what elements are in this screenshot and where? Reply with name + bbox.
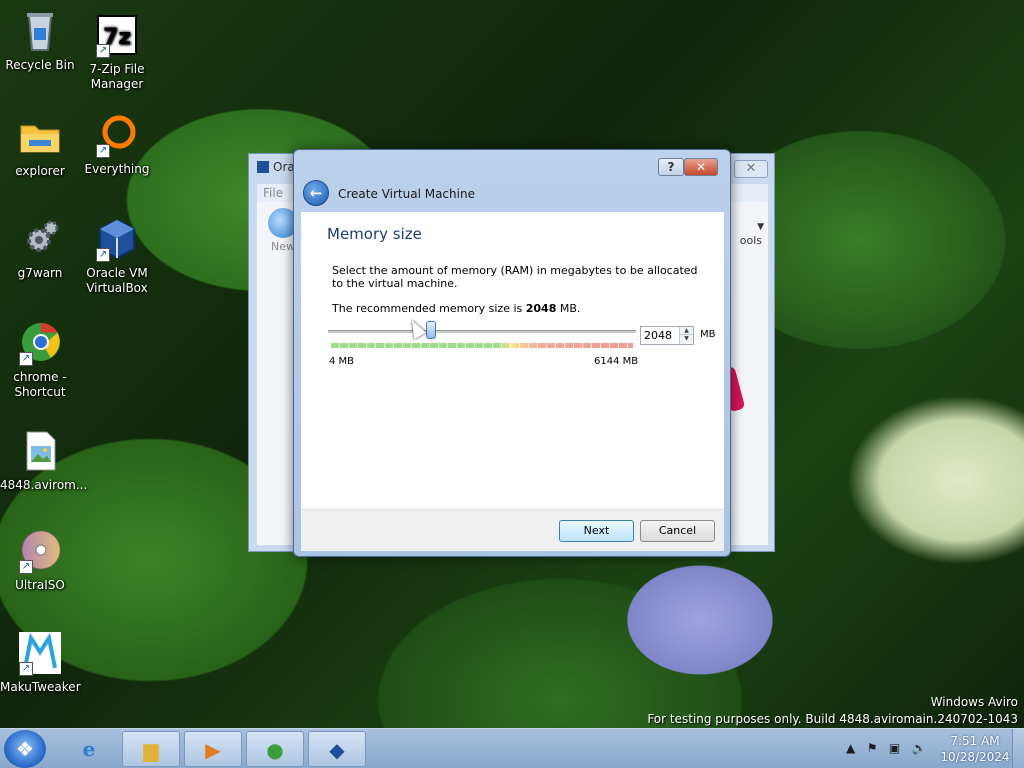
taskbar-ie[interactable]: e [60,731,118,767]
memory-range-indicator [330,343,633,348]
desktop-icon-label: Oracle VM VirtualBox [86,266,148,295]
shortcut-arrow-icon: ↗ [19,560,33,574]
everything-icon: ↗ [94,112,140,158]
gears-icon [17,216,63,262]
show-desktop-button[interactable] [1012,729,1024,768]
desktop-icon-recycle-bin[interactable]: Recycle Bin [0,8,80,73]
desktop-icon-label: g7warn [17,266,63,280]
desktop-icon-label: explorer [15,164,65,178]
spin-arrows: ▲ ▼ [679,327,693,344]
dialog-header: ← Create Virtual Machine [301,178,724,212]
desktop-icon-virtualbox[interactable]: ↗ Oracle VM VirtualBox [77,216,157,296]
watermark-build: For testing purposes only. Build 4848.av… [647,712,1018,726]
window-title: Ora [257,160,295,174]
taskbar-explorer[interactable]: ▆ [122,731,180,767]
page-title: Memory size [327,225,422,243]
shortcut-arrow-icon: ↗ [19,662,33,676]
taskbar-chrome[interactable]: ● [246,731,304,767]
virtualbox-icon: ↗ [94,216,140,262]
internet-explorer-icon: e [82,737,96,761]
next-button[interactable]: Next [559,520,634,542]
memory-spinbox[interactable]: ▲ ▼ [640,326,694,345]
dialog-content: Memory size Select the amount of memory … [301,212,724,509]
makutweaker-icon: ↗ [17,630,63,676]
recommended-value: 2048 [525,302,557,315]
disc-icon: ↗ [17,528,63,574]
chrome-icon: ↗ [17,320,63,366]
desktop-icon-label: 7-Zip File Manager [89,62,145,91]
watermark-title: Windows Aviro [930,695,1018,709]
memory-unit-label: MB [700,329,716,340]
desktop-icon-ultraiso[interactable]: ↗ UltraISO [0,528,80,593]
taskbar-media-player[interactable]: ▶ [184,731,242,767]
recycle-bin-icon [17,8,63,54]
spin-down-icon[interactable]: ▼ [680,335,693,343]
desktop-icon-chrome[interactable]: ↗ chrome - Shortcut [0,320,80,400]
show-hidden-icons-icon[interactable]: ▲ [846,741,855,755]
desktop-icon-label: Everything [84,162,150,176]
image-file-icon [17,428,63,474]
windows-logo-icon: ❖ [16,737,34,761]
taskbar: ❖ e ▆ ▶ ● ◆ ▲ ⚑ ▣ 🔈 7:51 AM 10/28/2024 [0,728,1024,768]
back-arrow-icon[interactable]: ← [303,180,329,206]
memory-input[interactable] [641,327,679,344]
taskbar-virtualbox[interactable]: ◆ [308,731,366,767]
7zip-icon: 7z ↗ [94,12,140,58]
media-player-icon: ▶ [205,738,221,762]
desktop-icon-label: Recycle Bin [5,58,75,72]
desktop-icon-makutweaker[interactable]: ↗ MakuTweaker [0,630,81,695]
dialog-title: Create Virtual Machine [338,187,475,201]
close-icon[interactable]: ✕ [734,160,768,178]
virtualbox-icon: ◆ [329,738,345,762]
desktop-icon-label: chrome - Shortcut [13,370,67,399]
desktop-icon-7zip[interactable]: 7z ↗ 7-Zip File Manager [77,12,157,92]
folder-icon: ▆ [143,738,159,762]
cancel-button[interactable]: Cancel [640,520,715,542]
desktop-icon-g7warn[interactable]: g7warn [0,216,80,281]
clock-date: 10/28/2024 [940,750,1010,764]
clock-time: 7:51 AM [950,734,1000,748]
desktop-icon-label: MakuTweaker [0,680,81,694]
create-vm-dialog: ? ✕ ← Create Virtual Machine Memory size… [293,149,731,557]
slider-min-label: 4 MB [329,356,355,367]
clock[interactable]: 7:51 AM 10/28/2024 [940,733,1010,765]
memory-slider-track[interactable] [328,330,636,333]
help-button[interactable]: ? [658,158,684,176]
shortcut-arrow-icon: ↗ [96,144,110,158]
memory-slider-thumb[interactable] [425,321,436,339]
tools-button[interactable]: ools ▼ [740,212,764,247]
start-button[interactable]: ❖ [4,730,46,768]
desktop-icon-everything[interactable]: ↗ Everything [77,112,157,177]
spin-up-icon[interactable]: ▲ [680,327,693,335]
desktop-icon-label: UltraISO [15,578,65,592]
chrome-icon: ● [266,738,284,762]
desktop-icon-explorer[interactable]: explorer [0,114,80,179]
virtualbox-icon [257,161,269,173]
shortcut-arrow-icon: ↗ [96,248,110,262]
slider-max-label: 6144 MB [594,356,639,367]
description-text: Select the amount of memory (RAM) in meg… [332,264,698,290]
system-tray: ▲ ⚑ ▣ 🔈 [846,741,927,755]
shortcut-arrow-icon: ↗ [19,352,33,366]
close-button[interactable]: ✕ [684,158,718,176]
desktop-icon-label: 4848.avirom... [0,478,88,492]
recommended-text: The recommended memory size is 2048 MB. [332,302,581,315]
folder-icon [17,114,63,160]
flag-icon[interactable]: ⚑ [867,741,878,755]
shortcut-arrow-icon: ↗ [96,44,110,58]
network-icon[interactable]: ▣ [889,741,900,755]
volume-muted-icon[interactable]: 🔈 [912,741,927,755]
dialog-footer: Next Cancel [301,509,724,551]
dropdown-arrow-icon: ▼ [757,222,764,232]
desktop-icon-image-file[interactable]: 4848.avirom... [0,428,88,493]
